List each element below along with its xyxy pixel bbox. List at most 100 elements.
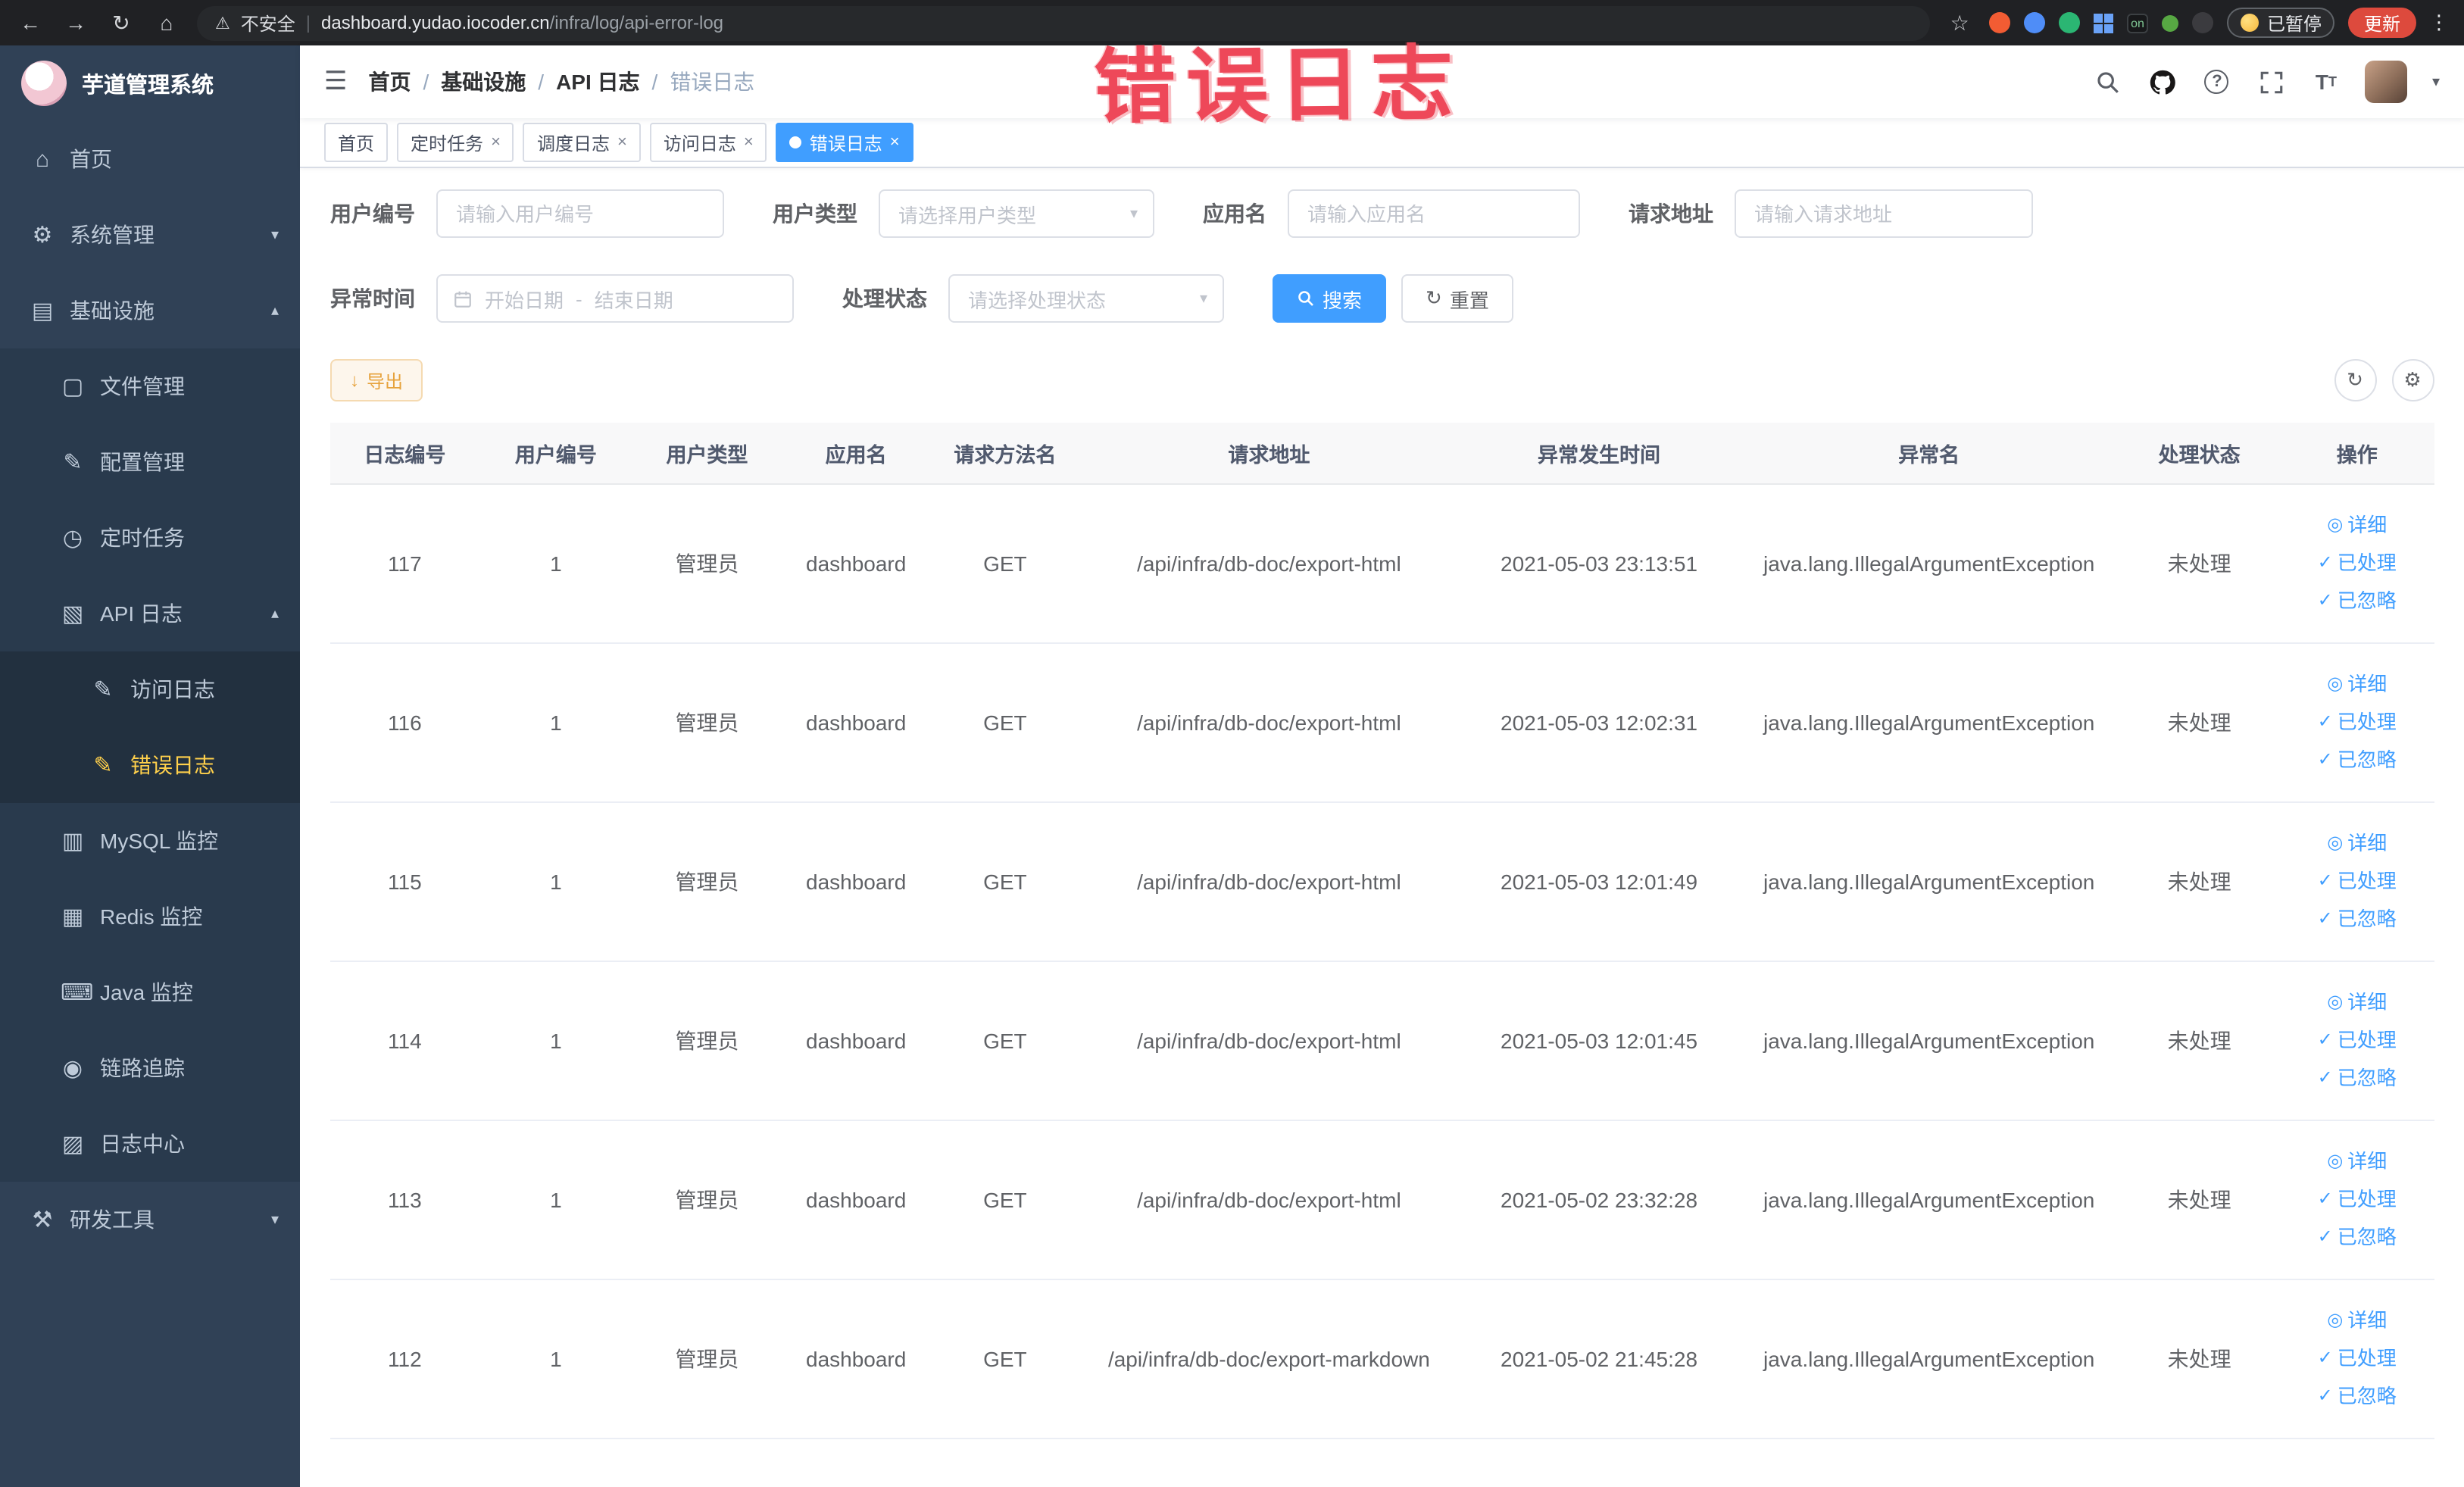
sidebar-item-home[interactable]: ⌂ 首页 bbox=[0, 121, 300, 197]
tab-error-log[interactable]: 错误日志 × bbox=[776, 123, 913, 162]
sidebar-item-java-monitor[interactable]: ⌨ Java 监控 bbox=[0, 954, 300, 1030]
hamburger-icon[interactable]: ☰ bbox=[324, 67, 348, 97]
tab-label: 调度日志 bbox=[536, 133, 610, 154]
tab-label: 错误日志 bbox=[809, 133, 882, 154]
forward-icon[interactable]: → bbox=[61, 11, 91, 35]
detail-link[interactable]: ◎ 详细 bbox=[2286, 1142, 2428, 1180]
sidebar-item-error-log[interactable]: ✎ 错误日志 bbox=[0, 727, 300, 803]
search-button[interactable]: 搜索 bbox=[1273, 274, 1387, 323]
reload-icon[interactable]: ↻ bbox=[106, 10, 136, 36]
paused-badge[interactable]: 已暂停 bbox=[2227, 8, 2335, 38]
sidebar-item-access-log[interactable]: ✎ 访问日志 bbox=[0, 651, 300, 727]
cell-log-id: 113 bbox=[330, 1120, 479, 1279]
sidebar-item-mysql-monitor[interactable]: ▥ MySQL 监控 bbox=[0, 803, 300, 879]
date-range-picker[interactable]: 开始日期 - 结束日期 bbox=[436, 274, 794, 323]
close-icon[interactable]: × bbox=[744, 133, 754, 152]
extension-icon[interactable] bbox=[2058, 12, 2080, 33]
browser-menu-icon[interactable]: ⋮ bbox=[2429, 11, 2449, 35]
avatar[interactable] bbox=[2365, 61, 2408, 103]
mark-processed-link[interactable]: ✓ 已处理 bbox=[2286, 1339, 2428, 1377]
close-icon[interactable]: × bbox=[491, 133, 501, 152]
timer-icon: ◷ bbox=[62, 526, 83, 551]
extension-icon[interactable] bbox=[2023, 12, 2045, 33]
address-bar[interactable]: ⚠ 不安全 | dashboard.yudao.iocoder.cn/infra… bbox=[197, 5, 1930, 40]
sidebar-item-link-tracing[interactable]: ◉ 链路追踪 bbox=[0, 1030, 300, 1106]
tab-access-log[interactable]: 访问日志 × bbox=[649, 123, 767, 162]
close-icon[interactable]: × bbox=[890, 133, 900, 152]
tab-home[interactable]: 首页 bbox=[324, 123, 389, 162]
tab-scheduled-tasks[interactable]: 定时任务 × bbox=[397, 123, 514, 162]
detail-label: 详细 bbox=[2347, 991, 2387, 1014]
mark-ignored-link[interactable]: ✓ 已忽略 bbox=[2286, 1218, 2428, 1256]
github-icon[interactable] bbox=[2147, 67, 2178, 97]
sidebar-item-scheduled-tasks[interactable]: ◷ 定时任务 bbox=[0, 500, 300, 576]
sidebar-item-system-management[interactable]: ⚙ 系统管理 ▾ bbox=[0, 197, 300, 273]
column-settings-button[interactable]: ⚙ bbox=[2391, 359, 2434, 401]
eye-icon: ◎ bbox=[2327, 1309, 2344, 1330]
detail-link[interactable]: ◎ 详细 bbox=[2286, 1301, 2428, 1339]
mark-processed-link[interactable]: ✓ 已处理 bbox=[2286, 1180, 2428, 1218]
sidebar-item-file-management[interactable]: ▢ 文件管理 bbox=[0, 348, 300, 424]
mark-ignored-link[interactable]: ✓ 已忽略 bbox=[2286, 1377, 2428, 1415]
sidebar-item-config-management[interactable]: ✎ 配置管理 bbox=[0, 424, 300, 500]
request-url-input[interactable] bbox=[1735, 189, 2033, 238]
reset-button[interactable]: ↻ 重置 bbox=[1401, 274, 1513, 323]
sidebar-item-api-logs[interactable]: ▧ API 日志 ▴ bbox=[0, 576, 300, 651]
browser-home-icon[interactable]: ⌂ bbox=[151, 11, 182, 35]
error-log-table: 日志编号 用户编号 用户类型 应用名 请求方法名 请求地址 异常发生时间 异常名… bbox=[330, 423, 2434, 1439]
mark-processed-link[interactable]: ✓ 已处理 bbox=[2286, 544, 2428, 582]
breadcrumb-api-logs[interactable]: API 日志 bbox=[556, 67, 639, 97]
sidebar-item-label: 配置管理 bbox=[100, 450, 185, 474]
mark-ignored-link[interactable]: ✓ 已忽略 bbox=[2286, 1059, 2428, 1097]
mark-processed-link[interactable]: ✓ 已处理 bbox=[2286, 1021, 2428, 1059]
mark-ignored-link[interactable]: ✓ 已忽略 bbox=[2286, 741, 2428, 779]
user-type-select[interactable]: 请选择用户类型 ▾ bbox=[879, 189, 1154, 238]
detail-link[interactable]: ◎ 详细 bbox=[2286, 665, 2428, 703]
export-button[interactable]: ↓ 导出 bbox=[330, 359, 423, 401]
search-icon[interactable] bbox=[2093, 67, 2123, 97]
avatar-caret-down-icon[interactable]: ▾ bbox=[2432, 73, 2440, 90]
sidebar-item-dev-tools[interactable]: ⚒ 研发工具 ▾ bbox=[0, 1182, 300, 1257]
breadcrumb-home[interactable]: 首页 bbox=[369, 67, 411, 97]
cell-status: 未处理 bbox=[2118, 1279, 2281, 1439]
api-log-icon: ▧ bbox=[61, 601, 84, 627]
back-icon[interactable]: ← bbox=[15, 11, 45, 35]
check-icon: ✓ bbox=[2317, 711, 2333, 732]
filter-row-1: 用户编号 用户类型 请选择用户类型 ▾ 应用名 bbox=[330, 189, 2434, 238]
bookmark-star-icon[interactable]: ☆ bbox=[1944, 10, 1975, 36]
cell-user-id: 1 bbox=[479, 642, 633, 802]
mark-ignored-link[interactable]: ✓ 已忽略 bbox=[2286, 582, 2428, 620]
detail-link[interactable]: ◎ 详细 bbox=[2286, 983, 2428, 1021]
refresh-button[interactable]: ↻ bbox=[2334, 359, 2376, 401]
update-button[interactable]: 更新 bbox=[2348, 8, 2416, 38]
cell-status: 未处理 bbox=[2118, 801, 2281, 961]
cell-exception-name: java.lang.IllegalArgumentException bbox=[1739, 642, 2119, 802]
tab-dispatch-log[interactable]: 调度日志 × bbox=[523, 123, 641, 162]
cell-request-url: /api/infra/db-doc/export-html bbox=[1079, 642, 1459, 802]
mark-processed-link[interactable]: ✓ 已处理 bbox=[2286, 703, 2428, 741]
sidebar-item-redis-monitor[interactable]: ▦ Redis 监控 bbox=[0, 879, 300, 954]
extension-on-badge[interactable]: on bbox=[2126, 13, 2149, 33]
detail-link[interactable]: ◎ 详细 bbox=[2286, 506, 2428, 544]
col-method: 请求方法名 bbox=[930, 423, 1080, 484]
page-content: 用户编号 用户类型 请选择用户类型 ▾ 应用名 bbox=[300, 168, 2464, 1487]
col-log-id: 日志编号 bbox=[330, 423, 479, 484]
extension-icon[interactable] bbox=[2162, 14, 2179, 31]
sidebar-item-log-center[interactable]: ▨ 日志中心 bbox=[0, 1106, 300, 1182]
extension-icon[interactable] bbox=[1988, 12, 2010, 33]
detail-link[interactable]: ◎ 详细 bbox=[2286, 824, 2428, 862]
extension-grid-icon[interactable] bbox=[2093, 13, 2113, 33]
mark-processed-link[interactable]: ✓ 已处理 bbox=[2286, 862, 2428, 900]
app-name-input[interactable] bbox=[1288, 189, 1580, 238]
breadcrumb-infrastructure[interactable]: 基础设施 bbox=[441, 67, 526, 97]
font-size-icon[interactable]: TT bbox=[2311, 67, 2341, 97]
user-id-input[interactable] bbox=[436, 189, 724, 238]
sidebar-item-infrastructure[interactable]: ▤ 基础设施 ▴ bbox=[0, 273, 300, 348]
process-status-select[interactable]: 请选择处理状态 ▾ bbox=[948, 274, 1224, 323]
help-icon[interactable]: ? bbox=[2202, 67, 2232, 97]
processed-label: 已处理 bbox=[2337, 1347, 2397, 1370]
mark-ignored-link[interactable]: ✓ 已忽略 bbox=[2286, 900, 2428, 938]
fullscreen-icon[interactable] bbox=[2256, 67, 2287, 97]
extensions-puzzle-icon[interactable] bbox=[2192, 12, 2214, 33]
close-icon[interactable]: × bbox=[617, 133, 627, 152]
